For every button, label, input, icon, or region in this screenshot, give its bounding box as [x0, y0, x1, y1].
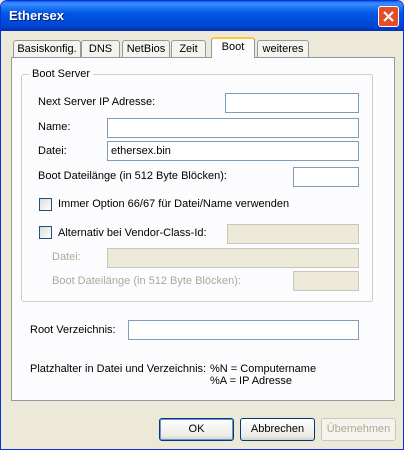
group-label: Boot Server — [29, 68, 94, 80]
tab-weiteres[interactable]: weiteres — [257, 40, 309, 58]
ok-button[interactable]: OK — [159, 418, 234, 441]
vendor-class-checkbox[interactable] — [39, 226, 52, 239]
cancel-button[interactable]: Abbrechen — [240, 418, 315, 441]
next-server-label: Next Server IP Adresse: — [38, 96, 156, 108]
tab-label: Boot — [221, 41, 245, 53]
option-6667-label[interactable]: Immer Option 66/67 für Datei/Name verwen… — [58, 198, 289, 210]
tab-label: DNS — [88, 43, 113, 55]
boot-size-label: Boot Dateilänge (in 512 Byte Blöcken): — [38, 170, 227, 182]
tab-basiskonfig[interactable]: Basiskonfig. — [13, 40, 81, 58]
placeholder-line-2: %A = IP Adresse — [210, 375, 293, 387]
tab-boot[interactable]: Boot — [211, 37, 255, 58]
tab-label: Zeit — [179, 43, 198, 55]
apply-button: Übernehmen — [321, 418, 396, 441]
alt-boot-size-label: Boot Dateilänge (in 512 Byte Blöcken): — [52, 275, 241, 287]
placeholder-line-1: %N = Computername — [210, 363, 317, 375]
root-dir-input[interactable] — [128, 320, 359, 340]
tab-zeit[interactable]: Zeit — [171, 40, 206, 58]
placeholder-label: Platzhalter in Datei und Verzeichnis: — [30, 363, 207, 375]
datei-label: Datei: — [38, 145, 67, 157]
tab-label: NetBios — [126, 43, 166, 55]
alt-boot-size-input — [293, 271, 359, 291]
name-label: Name: — [38, 121, 71, 133]
tab-label: weiteres — [262, 43, 304, 55]
tab-dns[interactable]: DNS — [81, 40, 120, 58]
title-bar[interactable]: Ethersex — [1, 1, 403, 31]
window-title: Ethersex — [9, 8, 64, 23]
datei-input[interactable] — [107, 141, 359, 161]
tab-panel-boot: Boot Server Next Server IP Adresse: Name… — [11, 57, 395, 401]
root-dir-label: Root Verzeichnis: — [30, 324, 116, 336]
close-button[interactable] — [378, 6, 399, 27]
close-icon — [383, 11, 394, 22]
boot-size-input[interactable] — [293, 167, 359, 187]
alt-datei-input — [107, 248, 359, 268]
alt-datei-label: Datei: — [52, 251, 81, 263]
vendor-class-input — [227, 224, 359, 244]
name-input[interactable] — [107, 118, 359, 138]
option-6667-checkbox[interactable] — [39, 198, 52, 211]
dialog-window: Ethersex Basiskonfig. DNS NetBios Zeit B… — [0, 0, 404, 450]
vendor-class-label[interactable]: Alternativ bei Vendor-Class-Id: — [58, 227, 207, 239]
next-server-ip-input[interactable] — [225, 93, 359, 113]
tab-label: Basiskonfig. — [17, 43, 77, 55]
tab-netbios[interactable]: NetBios — [122, 40, 170, 58]
